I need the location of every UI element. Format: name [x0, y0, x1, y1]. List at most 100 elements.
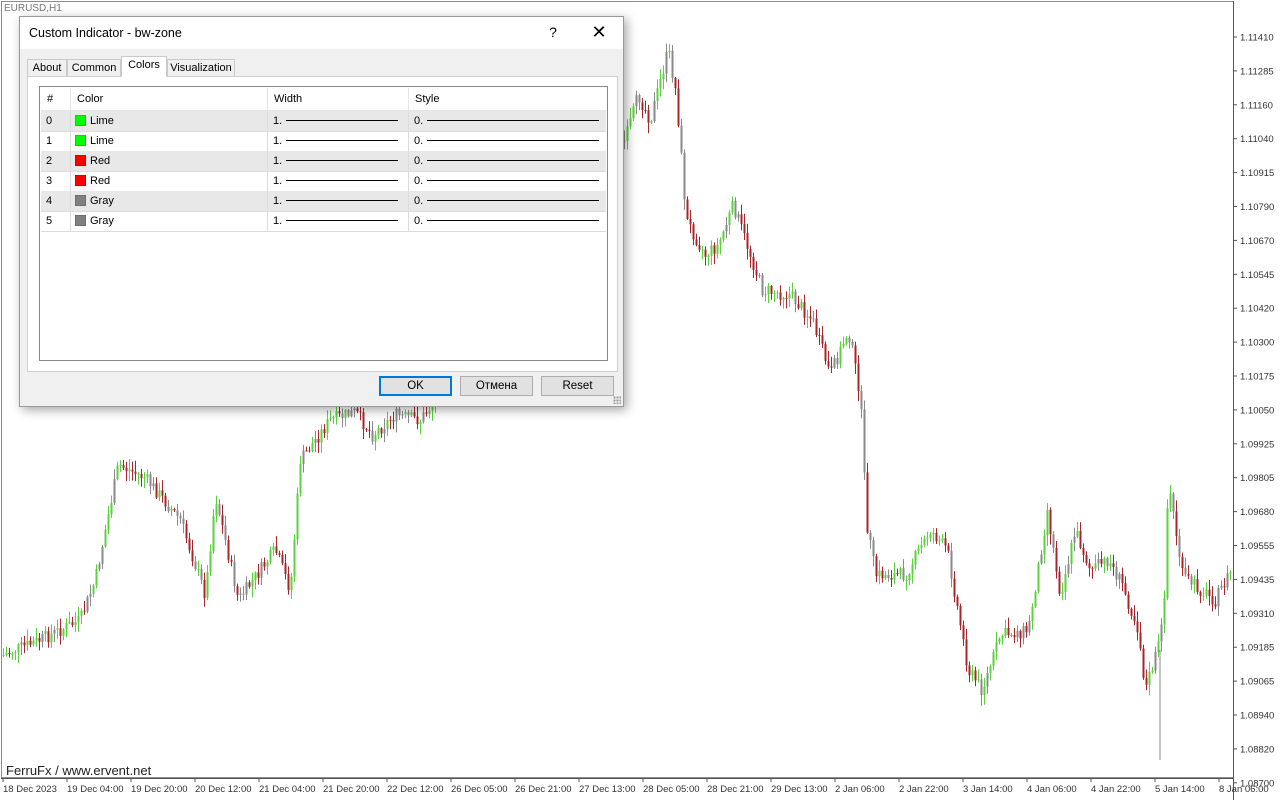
- candle-body: [1154, 651, 1157, 671]
- candle-body: [791, 291, 794, 295]
- candle-body: [1067, 564, 1070, 574]
- candle-body: [944, 538, 947, 546]
- candle-body: [329, 417, 332, 420]
- candle-body: [827, 361, 830, 367]
- candle-body: [1160, 624, 1163, 642]
- dialog-titlebar[interactable]: Custom Indicator - bw-zone ? ✕: [20, 17, 623, 49]
- row-color-cell[interactable]: Red: [71, 171, 268, 191]
- candle-body: [779, 292, 782, 300]
- candle-body: [1052, 534, 1055, 548]
- row-color-cell[interactable]: Lime: [71, 131, 268, 151]
- candle-body: [392, 420, 395, 422]
- row-style-cell[interactable]: 0.: [409, 171, 606, 191]
- candle-body: [806, 316, 809, 318]
- row-width-cell[interactable]: 1.: [268, 151, 409, 171]
- candle-body: [314, 439, 317, 444]
- time-tick-label: 29 Dec 13:00: [771, 784, 828, 795]
- candle-body: [1127, 594, 1130, 609]
- candle-body: [788, 294, 791, 299]
- reset-button[interactable]: Reset: [541, 376, 614, 396]
- candle-body: [413, 412, 416, 417]
- candle-body: [1220, 586, 1223, 588]
- style-line-sample: [427, 140, 599, 141]
- candle-body: [1118, 573, 1121, 580]
- candle-body: [719, 239, 722, 245]
- row-color-cell[interactable]: Gray: [71, 211, 268, 231]
- row-color-cell[interactable]: Lime: [71, 111, 268, 131]
- row-width-cell[interactable]: 1.: [268, 191, 409, 211]
- color-row[interactable]: 5 Gray 1. 0.: [41, 211, 606, 232]
- ok-button[interactable]: OK: [379, 376, 452, 396]
- tab-common[interactable]: Common: [67, 59, 121, 76]
- candle-body: [302, 450, 305, 464]
- cancel-button[interactable]: Отмена: [460, 376, 533, 396]
- column-header-color[interactable]: Color: [71, 88, 268, 110]
- candle-body: [1121, 573, 1124, 584]
- candle-body: [344, 410, 347, 419]
- tab-visualization[interactable]: Visualization: [167, 59, 235, 76]
- row-index: 0: [41, 111, 71, 131]
- tab-about[interactable]: About: [27, 59, 67, 76]
- candle-body: [356, 408, 359, 412]
- column-header-index[interactable]: #: [41, 88, 71, 110]
- row-style-cell[interactable]: 0.: [409, 191, 606, 211]
- column-header-style[interactable]: Style: [409, 88, 606, 110]
- candle-body: [1151, 670, 1154, 672]
- row-width-cell[interactable]: 1.: [268, 131, 409, 151]
- row-color-cell[interactable]: Red: [71, 151, 268, 171]
- row-width-cell[interactable]: 1.: [268, 111, 409, 131]
- candle-body: [1181, 556, 1184, 569]
- width-line-sample: [286, 120, 398, 121]
- tab-colors[interactable]: Colors: [121, 56, 167, 77]
- row-style-cell[interactable]: 0.: [409, 131, 606, 151]
- candle-body: [686, 199, 689, 219]
- row-style-cell[interactable]: 0.: [409, 151, 606, 171]
- candle-body: [224, 525, 227, 540]
- candle-body: [401, 414, 404, 416]
- resize-grip[interactable]: [613, 396, 621, 404]
- row-width-cell[interactable]: 1.: [268, 171, 409, 191]
- style-line-sample: [427, 120, 599, 121]
- row-color-cell[interactable]: Gray: [71, 191, 268, 211]
- close-button[interactable]: ✕: [589, 22, 609, 43]
- color-row[interactable]: 3 Red 1. 0.: [41, 171, 606, 192]
- candle-body: [731, 200, 734, 213]
- color-row[interactable]: 2 Red 1. 0.: [41, 151, 606, 172]
- candle-body: [1199, 592, 1202, 596]
- candle-body: [1178, 536, 1181, 557]
- candle-body: [101, 546, 104, 565]
- price-tick-label: 1.10050: [1240, 405, 1274, 416]
- color-row[interactable]: 0 Lime 1. 0.: [41, 111, 606, 132]
- column-header-width[interactable]: Width: [268, 88, 409, 110]
- candle-body: [197, 568, 200, 570]
- candle-body: [206, 571, 209, 598]
- row-index: 2: [41, 151, 71, 171]
- color-row[interactable]: 4 Gray 1. 0.: [41, 191, 606, 212]
- candle-body: [1193, 579, 1196, 585]
- candle-body: [917, 548, 920, 551]
- price-tick-label: 1.10545: [1240, 270, 1274, 281]
- candle-body: [722, 231, 725, 240]
- candle-body: [773, 293, 776, 295]
- candle-body: [956, 596, 959, 606]
- row-style-cell[interactable]: 0.: [409, 211, 606, 231]
- row-width-cell[interactable]: 1.: [268, 211, 409, 231]
- candle-body: [14, 652, 17, 654]
- candle-body: [1019, 630, 1022, 639]
- price-tick-label: 1.10420: [1240, 304, 1274, 315]
- candle-body: [53, 629, 56, 634]
- candle-body: [1064, 573, 1067, 593]
- candle-body: [269, 549, 272, 563]
- candle-body: [263, 562, 266, 567]
- help-button[interactable]: ?: [543, 24, 563, 40]
- row-style-cell[interactable]: 0.: [409, 111, 606, 131]
- candle-body: [116, 465, 119, 480]
- candle-body: [1094, 563, 1097, 569]
- colors-list[interactable]: # Color Width Style 0 Lime 1. 0. 1 Lime 1. 0. 2 R…: [39, 86, 608, 361]
- candle-body: [278, 553, 281, 555]
- candle-body: [1043, 535, 1046, 555]
- row-width-value: 1.: [273, 195, 283, 207]
- candle-body: [1001, 635, 1004, 639]
- color-row[interactable]: 1 Lime 1. 0.: [41, 131, 606, 152]
- candle-body: [1124, 583, 1127, 595]
